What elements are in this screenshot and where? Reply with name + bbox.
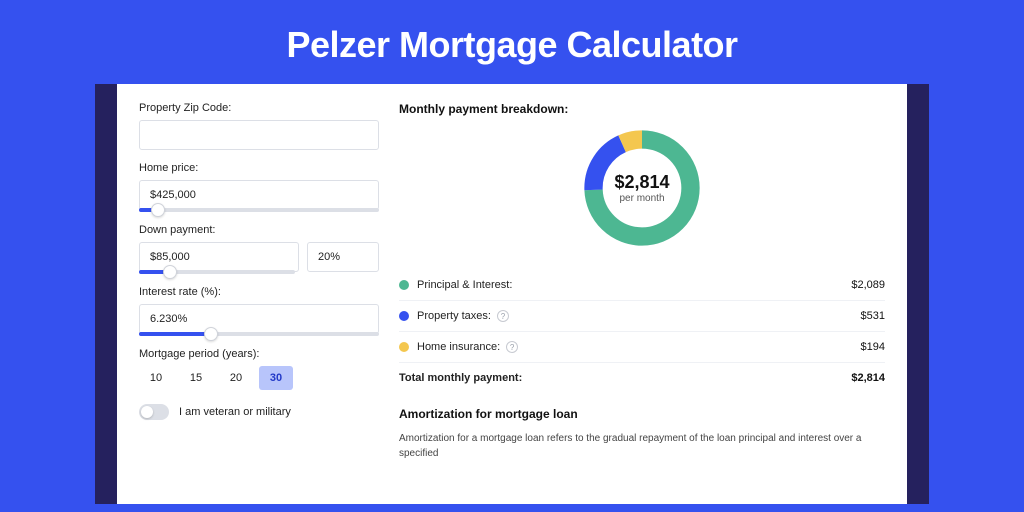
form-column: Property Zip Code: Home price: Down paym… [139,102,379,504]
legend-label: Property taxes: [417,310,491,322]
legend-value: $531 [861,310,885,322]
down-payment-label: Down payment: [139,224,379,236]
info-icon[interactable]: ? [497,310,509,322]
legend-label: Home insurance: [417,341,500,353]
home-price-slider[interactable] [139,208,379,212]
mortgage-period-group: Mortgage period (years): 10152030 [139,348,379,390]
interest-rate-label: Interest rate (%): [139,286,379,298]
down-payment-group: Down payment: [139,224,379,274]
page-title: Pelzer Mortgage Calculator [0,0,1024,84]
donut-amount: $2,814 [614,172,669,193]
info-icon[interactable]: ? [506,341,518,353]
mortgage-period-option-30[interactable]: 30 [259,366,293,390]
zip-group: Property Zip Code: [139,102,379,150]
breakdown-legend: Principal & Interest: $2,089 Property taxe… [399,270,885,393]
amortization-body: Amortization for a mortgage loan refers … [399,431,885,461]
donut-chart: $2,814 per month [399,124,885,252]
veteran-row: I am veteran or military [139,404,379,420]
calculator-panel: Property Zip Code: Home price: Down paym… [117,84,907,504]
mortgage-period-option-15[interactable]: 15 [179,366,213,390]
veteran-label: I am veteran or military [179,406,291,418]
mortgage-period-label: Mortgage period (years): [139,348,379,360]
legend-label: Principal & Interest: [417,279,512,291]
amortization-section: Amortization for mortgage loan Amortizat… [399,407,885,461]
legend-dot-icon [399,311,409,321]
zip-label: Property Zip Code: [139,102,379,114]
mortgage-period-options: 10152030 [139,366,379,390]
legend-dot-icon [399,280,409,290]
interest-rate-input[interactable] [139,304,379,334]
zip-input[interactable] [139,120,379,150]
home-price-label: Home price: [139,162,379,174]
mortgage-period-option-20[interactable]: 20 [219,366,253,390]
legend-value: $194 [861,341,885,353]
donut-sub: per month [619,193,664,204]
legend-total-value: $2,814 [851,372,885,384]
down-payment-percent-input[interactable] [307,242,379,272]
legend-total-label: Total monthly payment: [399,372,522,384]
mortgage-period-option-10[interactable]: 10 [139,366,173,390]
breakdown-column: Monthly payment breakdown: $2,814 per mo… [399,102,885,504]
legend-total-row: Total monthly payment: $2,814 [399,362,885,393]
legend-row: Property taxes:? $531 [399,300,885,331]
breakdown-heading: Monthly payment breakdown: [399,102,885,116]
interest-rate-slider[interactable] [139,332,379,336]
legend-value: $2,089 [851,279,885,291]
legend-dot-icon [399,342,409,352]
legend-row: Home insurance:? $194 [399,331,885,362]
veteran-toggle[interactable] [139,404,169,420]
down-payment-amount-input[interactable] [139,242,299,272]
home-price-input[interactable] [139,180,379,210]
legend-row: Principal & Interest: $2,089 [399,270,885,300]
down-payment-slider[interactable] [139,270,295,274]
interest-rate-group: Interest rate (%): [139,286,379,336]
amortization-heading: Amortization for mortgage loan [399,407,885,421]
home-price-group: Home price: [139,162,379,212]
